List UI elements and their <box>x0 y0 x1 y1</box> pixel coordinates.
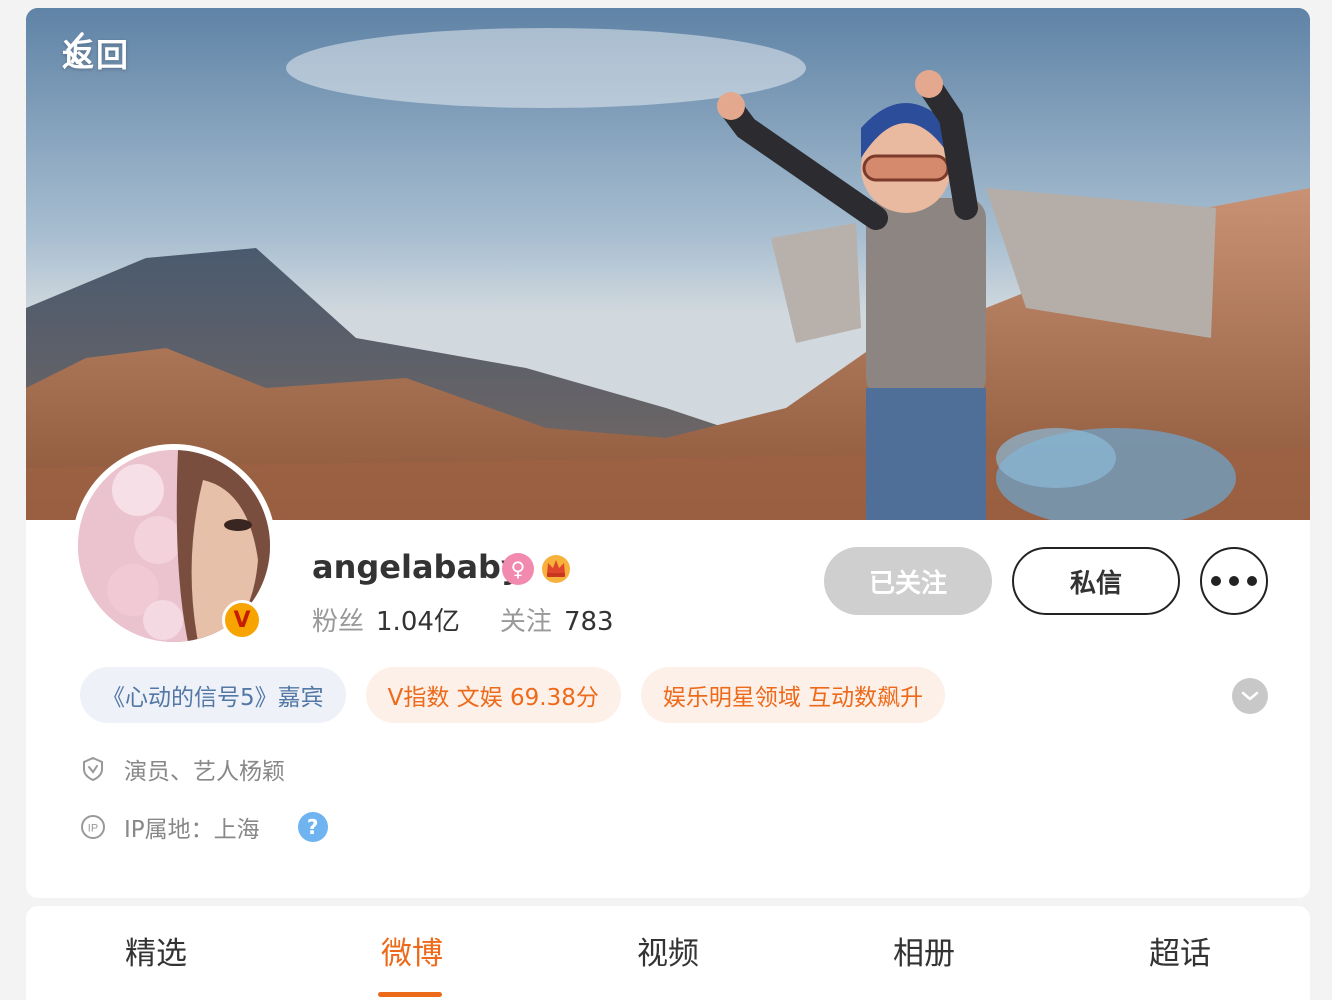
tab-videos[interactable]: 视频 <box>637 928 699 973</box>
shield-check-icon <box>83 756 103 782</box>
svg-text:IP: IP <box>88 823 98 835</box>
tab-supertopic[interactable]: 超话 <box>1149 928 1211 973</box>
verification-row: 演员、艺人杨颖 <box>80 752 285 786</box>
tag-v-index[interactable]: V指数 文娱 69.38分 <box>365 667 621 723</box>
profile-page: 返回 V angelababy ♀ 粉丝 1.04亿 关注 783 已关注 私信… <box>10 0 1324 1000</box>
tag-list: 《心动的信号5》嘉宾 V指数 文娱 69.38分 娱乐明星领域 互动数飙升 <box>80 667 946 723</box>
tag-show-guest[interactable]: 《心动的信号5》嘉宾 <box>80 667 346 723</box>
tab-featured[interactable]: 精选 <box>125 928 187 973</box>
cover-image <box>26 8 1310 520</box>
message-button[interactable]: 私信 <box>1012 547 1180 615</box>
fans-label: 粉丝 <box>312 607 365 637</box>
fans-count: 1.04亿 <box>376 607 460 637</box>
verified-v-badge: V <box>222 600 262 640</box>
tab-bar: 精选 微博 视频 相册 超话 <box>26 906 1310 1000</box>
following-button[interactable]: 已关注 <box>824 547 992 615</box>
cover-banner: 返回 <box>26 8 1310 520</box>
chevron-down-icon[interactable] <box>1232 678 1268 714</box>
fans-stat[interactable]: 粉丝 1.04亿 <box>312 601 460 638</box>
profile-stats: 粉丝 1.04亿 关注 783 <box>312 601 614 638</box>
verification-text: 演员、艺人杨颖 <box>124 759 285 785</box>
ip-row: IP IP属地：上海 ? <box>80 810 328 844</box>
back-button[interactable]: 返回 <box>62 30 130 76</box>
active-tab-indicator <box>378 992 442 997</box>
tab-albums[interactable]: 相册 <box>893 928 955 973</box>
tag-interaction[interactable]: 娱乐明星领域 互动数飙升 <box>640 667 946 723</box>
more-dots-icon[interactable] <box>1200 547 1268 615</box>
profile-card: 返回 V angelababy ♀ 粉丝 1.04亿 关注 783 已关注 私信… <box>26 8 1310 898</box>
female-icon: ♀ <box>502 553 534 585</box>
following-label: 关注 <box>499 607 552 637</box>
following-count: 783 <box>563 607 614 637</box>
crown-icon[interactable] <box>540 552 572 584</box>
chevron-left-icon <box>66 32 84 68</box>
tab-weibo[interactable]: 微博 <box>381 928 443 973</box>
following-stat[interactable]: 关注 783 <box>500 601 614 638</box>
profile-name: angelababy <box>312 548 522 586</box>
ip-icon: IP <box>81 815 105 839</box>
help-icon[interactable]: ? <box>297 812 328 842</box>
ip-location: IP属地：上海 <box>124 817 260 843</box>
